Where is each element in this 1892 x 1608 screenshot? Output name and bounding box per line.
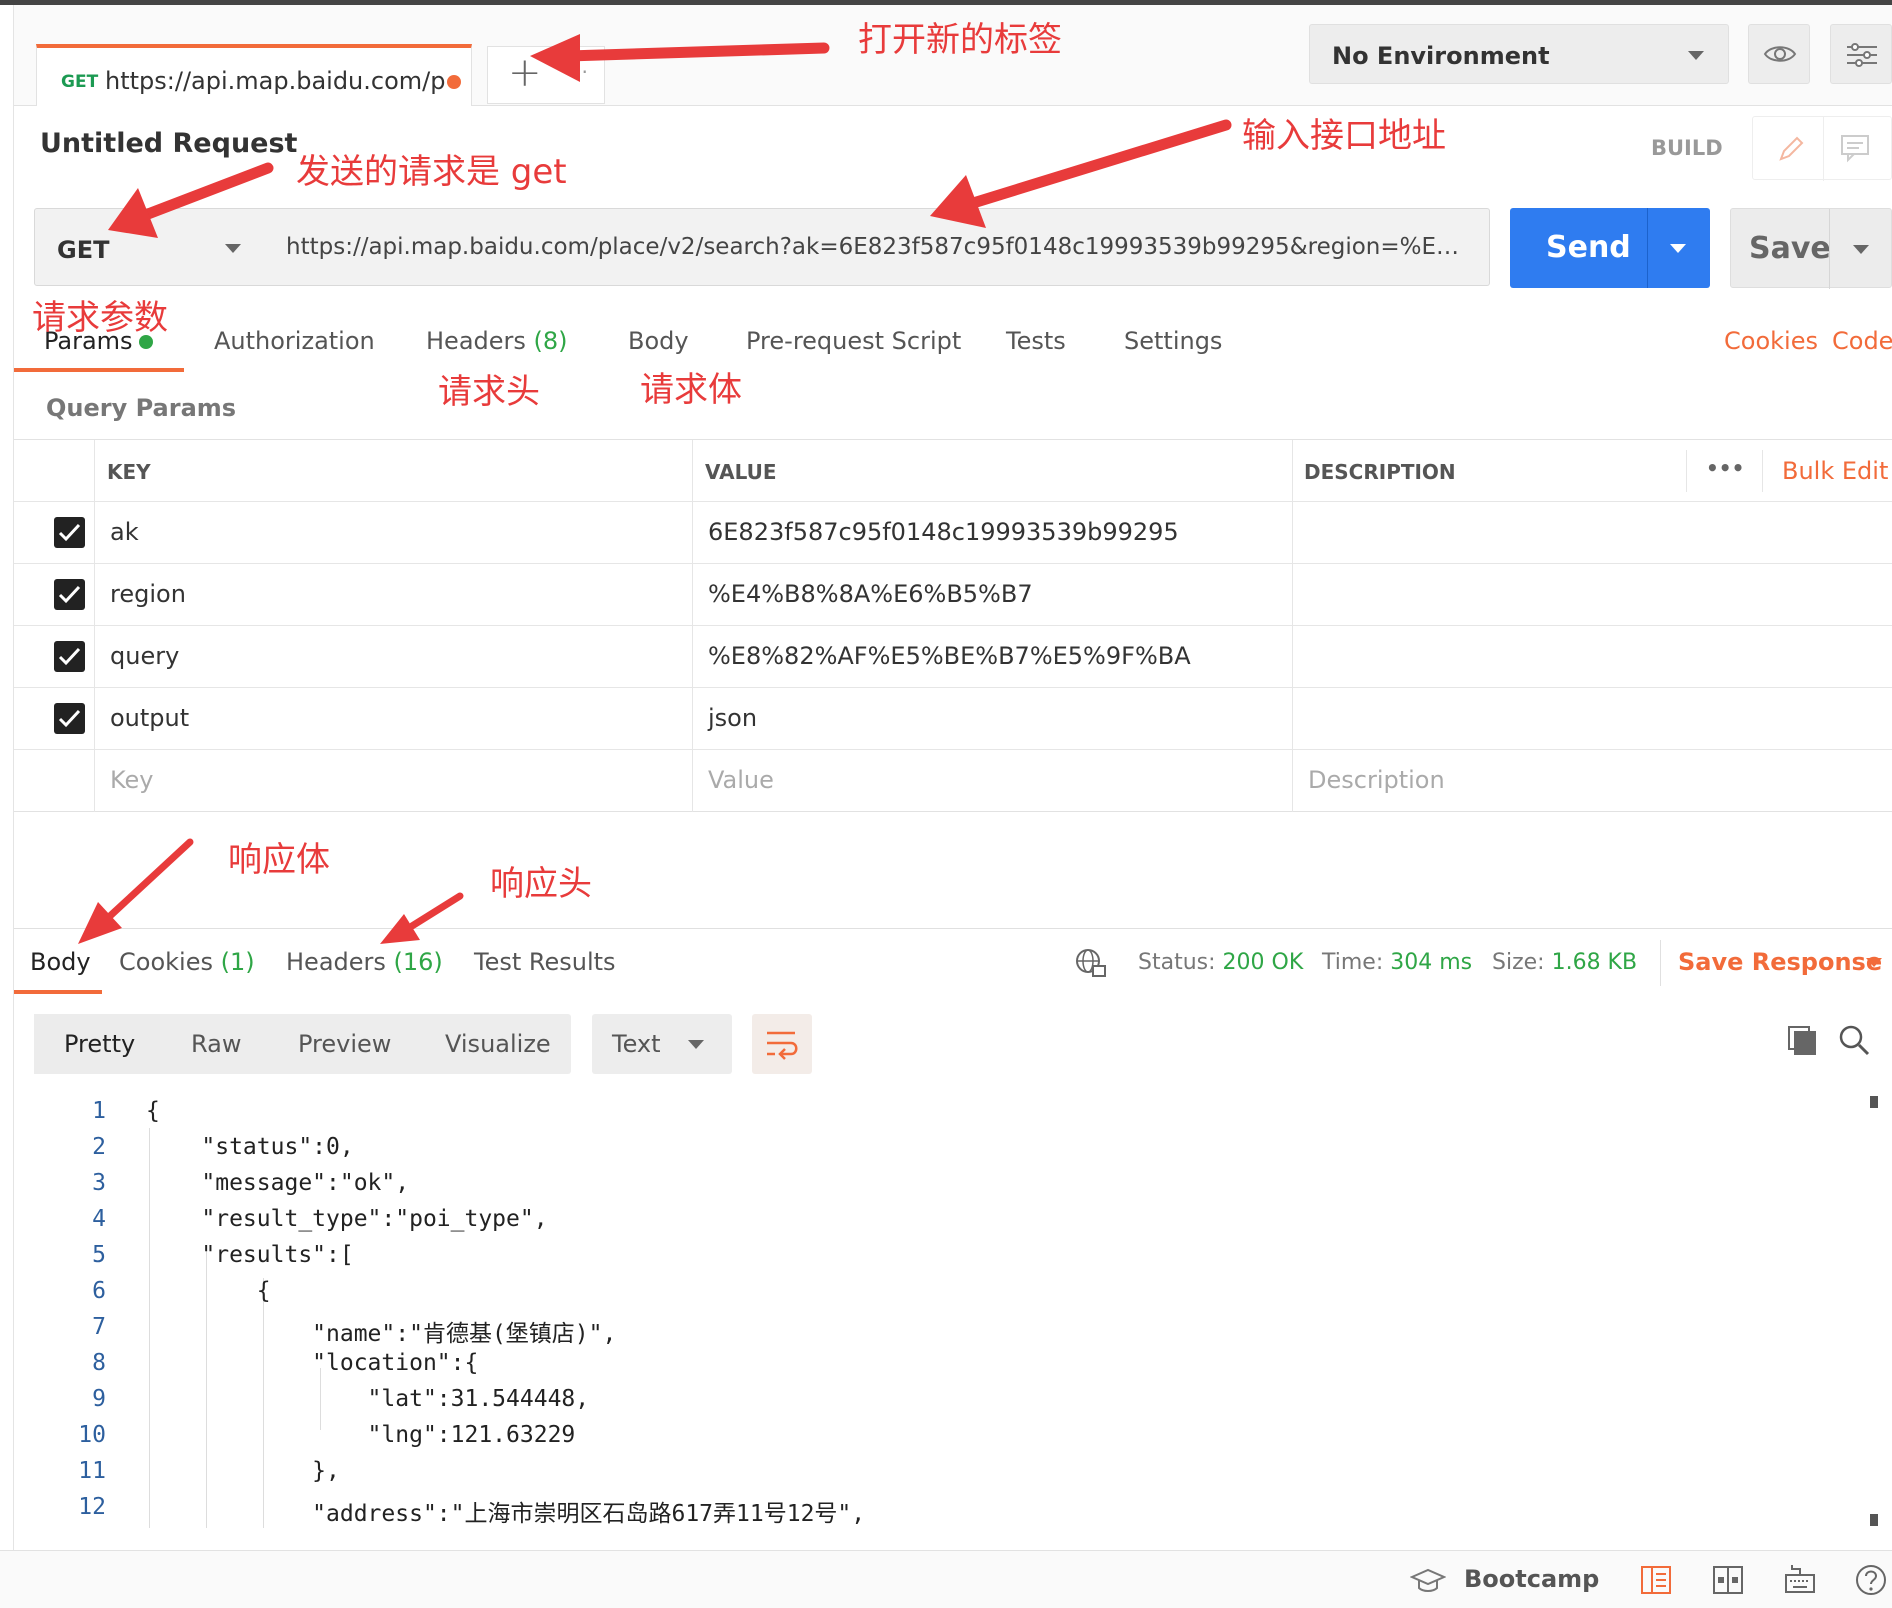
annotation-arrows [78, 34, 1232, 944]
arrow-response-body [106, 838, 194, 920]
arrow-head [380, 914, 420, 944]
annotation-params: 请求参数 [32, 298, 168, 338]
annotation-new-tab: 打开新的标签 [858, 20, 1062, 60]
annotation-request-headers: 请求头 [438, 372, 540, 412]
annotation-response-body: 响应体 [228, 840, 330, 880]
arrow-url [964, 119, 1232, 210]
annotation-method-get: 发送的请求是 get [296, 152, 567, 192]
arrow-new-tab [562, 42, 830, 62]
annotation-request-body: 请求体 [640, 370, 742, 410]
arrow-head [530, 34, 580, 82]
arrow-response-headers [408, 892, 464, 930]
arrow-method [142, 162, 274, 220]
annotation-response-headers: 响应头 [490, 864, 592, 904]
annotation-enter-url: 输入接口地址 [1242, 116, 1446, 156]
